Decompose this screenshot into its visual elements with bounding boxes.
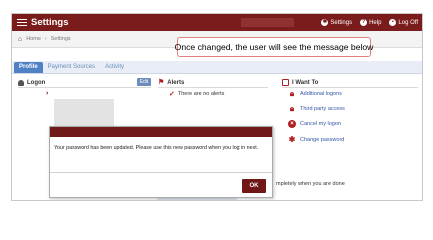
third-party-access-label: Third party access <box>300 106 345 112</box>
i-want-to-title: I Want To <box>292 79 319 86</box>
ok-button[interactable]: OK <box>242 179 266 193</box>
alerts-heading: ⚑ Alerts <box>158 78 184 87</box>
tab-activity[interactable]: Activity <box>100 62 129 73</box>
dialog-message: Your password has been updated. Please u… <box>54 145 259 151</box>
password-updated-dialog: Your password has been updated. Please u… <box>49 126 273 198</box>
cancel-logon-link[interactable]: × Cancel my logon <box>288 120 341 128</box>
flag-icon: ⚑ <box>158 79 165 86</box>
tab-bar: Profile Payment Sources Activity <box>12 61 422 74</box>
tab-profile[interactable]: Profile <box>14 62 43 73</box>
page-title: Settings <box>31 17 69 28</box>
help-link-label: Help <box>369 19 382 26</box>
gear-icon: ✱ <box>288 135 296 144</box>
dialog-header <box>50 127 272 137</box>
cancel-logon-label: Cancel my logon <box>300 121 341 127</box>
change-password-link[interactable]: ✱ Change password <box>288 135 345 144</box>
chevron-right-icon: › <box>44 36 47 42</box>
search-input[interactable] <box>241 18 294 27</box>
logon-title: Logon <box>27 79 46 86</box>
help-icon: ? <box>360 19 368 26</box>
settings-link[interactable]: ✱ Settings <box>321 19 352 26</box>
divider <box>50 172 272 173</box>
id-card-icon <box>282 79 289 86</box>
top-bar: Settings ✱ Settings ? Help ▪ Log Off <box>12 14 422 31</box>
app-window: Settings ✱ Settings ? Help ▪ Log Off ⌂ H… <box>11 13 423 201</box>
lock-icon: ▪ <box>389 19 397 26</box>
lock-icon: 🔒︎ <box>289 89 295 98</box>
user-icon <box>18 79 24 86</box>
breadcrumb-current: Settings <box>50 36 71 42</box>
divider <box>282 87 418 88</box>
annotation-callout-text: Once changed, the user will see the mess… <box>174 42 374 52</box>
instruction-text: mpletely when you are done <box>276 181 345 187</box>
alerts-empty-message: ✓ There are no alerts <box>169 90 224 98</box>
log-off-link[interactable]: ▪ Log Off <box>389 19 418 26</box>
divider <box>18 87 151 88</box>
i-want-to-heading: I Want To <box>282 78 318 87</box>
third-party-access-link[interactable]: 🔒︎ Third party access <box>288 105 345 113</box>
top-nav: ✱ Settings ? Help ▪ Log Off <box>321 14 418 31</box>
home-icon[interactable]: ⌂ <box>18 36 22 43</box>
alerts-empty-text: There are no alerts <box>177 91 225 97</box>
tab-payment-sources[interactable]: Payment Sources <box>43 62 100 73</box>
help-link[interactable]: ? Help <box>360 19 381 26</box>
menu-icon[interactable] <box>17 18 27 27</box>
checkmark-icon: ✓ <box>169 91 175 98</box>
additional-logons-label: Additional logons <box>300 91 342 97</box>
alerts-title: Alerts <box>167 79 185 86</box>
logon-heading: Logon <box>18 78 45 87</box>
additional-logons-link[interactable]: 🔒︎ Additional logons <box>288 90 342 98</box>
annotation-callout: Once changed, the user will see the mess… <box>174 37 374 57</box>
change-password-label: Change password <box>300 137 345 143</box>
log-off-link-label: Log Off <box>398 19 418 26</box>
divider <box>158 87 268 88</box>
settings-link-label: Settings <box>330 19 353 26</box>
lock-icon: 🔒︎ <box>289 104 295 113</box>
expand-icon[interactable]: › <box>46 90 48 97</box>
edit-button[interactable]: Edit <box>137 78 151 86</box>
gear-icon: ✱ <box>321 19 329 26</box>
cancel-icon: × <box>288 120 296 128</box>
breadcrumb-home[interactable]: Home <box>26 36 41 42</box>
